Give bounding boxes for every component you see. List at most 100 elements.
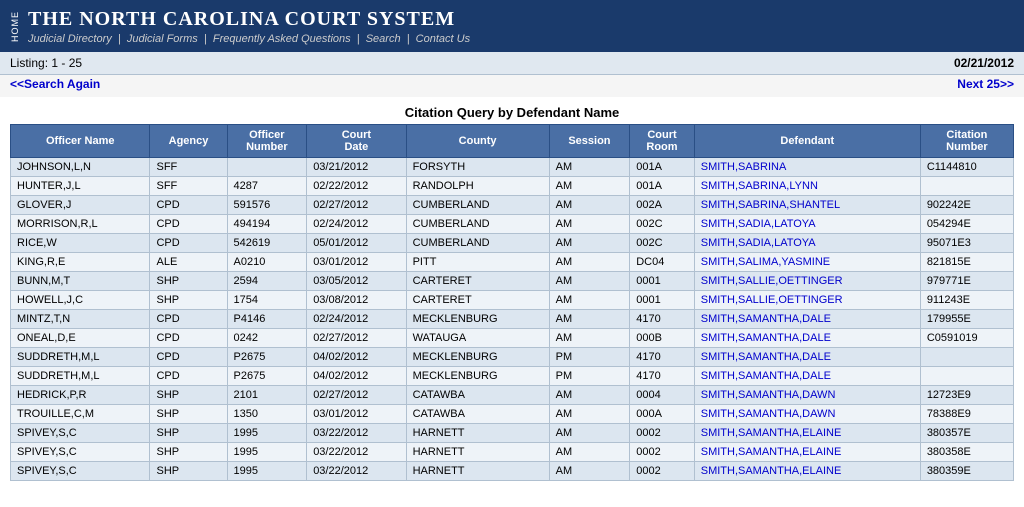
site-title: The North Carolina Court System (28, 8, 470, 31)
table-cell: HARNETT (406, 462, 549, 481)
table-cell: 591576 (227, 196, 307, 215)
next-link[interactable]: Next 25>> (957, 77, 1014, 91)
table-cell: CATAWBA (406, 386, 549, 405)
table-cell: 179955E (920, 310, 1013, 329)
table-cell: HUNTER,J,L (11, 177, 150, 196)
nav-search[interactable]: Search (366, 33, 401, 45)
table-cell: 001A (630, 177, 695, 196)
defendant-cell[interactable]: SMITH,SALLIE,OETTINGER (694, 291, 920, 310)
table-cell: 002A (630, 196, 695, 215)
defendant-link[interactable]: SMITH,SAMANTHA,DALE (701, 313, 831, 325)
table-cell: 0001 (630, 291, 695, 310)
nav-faq[interactable]: Frequently Asked Questions (213, 33, 351, 45)
table-cell: HARNETT (406, 443, 549, 462)
table-cell: CUMBERLAND (406, 196, 549, 215)
table-cell: GLOVER,J (11, 196, 150, 215)
table-cell: SPIVEY,S,C (11, 462, 150, 481)
defendant-cell[interactable]: SMITH,SALLIE,OETTINGER (694, 272, 920, 291)
defendant-cell[interactable]: SMITH,SABRINA (694, 158, 920, 177)
defendant-link[interactable]: SMITH,SAMANTHA,DAWN (701, 389, 836, 401)
defendant-link[interactable]: SMITH,SAMANTHA,ELAINE (701, 427, 842, 439)
home-tab: Home (10, 11, 20, 42)
defendant-cell[interactable]: SMITH,SAMANTHA,ELAINE (694, 443, 920, 462)
table-cell: HARNETT (406, 424, 549, 443)
defendant-link[interactable]: SMITH,SADIA,LATOYA (701, 237, 816, 249)
defendant-link[interactable]: SMITH,SAMANTHA,DALE (701, 370, 831, 382)
table-cell: AM (549, 291, 630, 310)
table-cell: 4287 (227, 177, 307, 196)
nav-judicial-directory[interactable]: Judicial Directory (28, 33, 112, 45)
table-cell: 0242 (227, 329, 307, 348)
table-cell: SHP (150, 386, 227, 405)
defendant-link[interactable]: SMITH,SAMANTHA,DALE (701, 351, 831, 363)
citations-table: Officer Name Agency OfficerNumber CourtD… (10, 124, 1014, 481)
defendant-cell[interactable]: SMITH,SAMANTHA,ELAINE (694, 424, 920, 443)
defendant-link[interactable]: SMITH,SAMANTHA,DAWN (701, 408, 836, 420)
defendant-cell[interactable]: SMITH,SADIA,LATOYA (694, 234, 920, 253)
col-agency: Agency (150, 125, 227, 158)
table-cell: AM (549, 177, 630, 196)
table-cell: RANDOLPH (406, 177, 549, 196)
table-cell: TROUILLE,C,M (11, 405, 150, 424)
col-session: Session (549, 125, 630, 158)
table-cell: SHP (150, 291, 227, 310)
defendant-cell[interactable]: SMITH,SAMANTHA,DALE (694, 348, 920, 367)
defendant-cell[interactable]: SMITH,SAMANTHA,DALE (694, 367, 920, 386)
defendant-link[interactable]: SMITH,SALLIE,OETTINGER (701, 275, 843, 287)
table-cell: AM (549, 158, 630, 177)
table-cell: MECKLENBURG (406, 348, 549, 367)
table-row: KING,R,EALEA021003/01/2012PITTAMDC04SMIT… (11, 253, 1014, 272)
table-cell: 380358E (920, 443, 1013, 462)
table-cell: 03/08/2012 (307, 291, 406, 310)
col-defendant: Defendant (694, 125, 920, 158)
table-row: SUDDRETH,M,LCPDP267504/02/2012MECKLENBUR… (11, 367, 1014, 386)
table-cell: KING,R,E (11, 253, 150, 272)
defendant-link[interactable]: SMITH,SALLIE,OETTINGER (701, 294, 843, 306)
table-cell: MORRISON,R,L (11, 215, 150, 234)
nav-judicial-forms[interactable]: Judicial Forms (127, 33, 198, 45)
defendant-link[interactable]: SMITH,SABRINA (701, 161, 787, 173)
nav-contact[interactable]: Contact Us (416, 33, 470, 45)
defendant-cell[interactable]: SMITH,SABRINA,SHANTEL (694, 196, 920, 215)
table-cell: 380359E (920, 462, 1013, 481)
table-row: SUDDRETH,M,LCPDP267504/02/2012MECKLENBUR… (11, 348, 1014, 367)
defendant-cell[interactable]: SMITH,SAMANTHA,DAWN (694, 386, 920, 405)
table-cell: 03/22/2012 (307, 424, 406, 443)
defendant-link[interactable]: SMITH,SALIMA,YASMINE (701, 256, 830, 268)
table-cell: 05/01/2012 (307, 234, 406, 253)
defendant-cell[interactable]: SMITH,SAMANTHA,DALE (694, 329, 920, 348)
table-cell: 001A (630, 158, 695, 177)
table-cell: CPD (150, 348, 227, 367)
defendant-cell[interactable]: SMITH,SAMANTHA,DAWN (694, 405, 920, 424)
defendant-link[interactable]: SMITH,SABRINA,LYNN (701, 180, 818, 192)
table-row: SPIVEY,S,CSHP199503/22/2012HARNETTAM0002… (11, 443, 1014, 462)
table-cell: AM (549, 329, 630, 348)
defendant-link[interactable]: SMITH,SADIA,LATOYA (701, 218, 816, 230)
table-cell: CPD (150, 310, 227, 329)
table-cell: 979771E (920, 272, 1013, 291)
table-cell: RICE,W (11, 234, 150, 253)
table-cell: MECKLENBURG (406, 310, 549, 329)
table-cell: SPIVEY,S,C (11, 443, 150, 462)
table-row: GLOVER,JCPD59157602/27/2012CUMBERLANDAM0… (11, 196, 1014, 215)
table-cell: 03/01/2012 (307, 253, 406, 272)
defendant-link[interactable]: SMITH,SAMANTHA,ELAINE (701, 465, 842, 477)
table-cell: SHP (150, 272, 227, 291)
table-cell: AM (549, 196, 630, 215)
table-cell (920, 367, 1013, 386)
defendant-cell[interactable]: SMITH,SABRINA,LYNN (694, 177, 920, 196)
defendant-cell[interactable]: SMITH,SALIMA,YASMINE (694, 253, 920, 272)
defendant-link[interactable]: SMITH,SABRINA,SHANTEL (701, 199, 840, 211)
defendant-cell[interactable]: SMITH,SADIA,LATOYA (694, 215, 920, 234)
table-cell: SUDDRETH,M,L (11, 367, 150, 386)
defendant-cell[interactable]: SMITH,SAMANTHA,ELAINE (694, 462, 920, 481)
defendant-link[interactable]: SMITH,SAMANTHA,ELAINE (701, 446, 842, 458)
table-header: Officer Name Agency OfficerNumber CourtD… (11, 125, 1014, 158)
table-cell: CPD (150, 367, 227, 386)
table-cell: 03/21/2012 (307, 158, 406, 177)
table-cell: BUNN,M,T (11, 272, 150, 291)
table-cell: 4170 (630, 367, 695, 386)
defendant-link[interactable]: SMITH,SAMANTHA,DALE (701, 332, 831, 344)
defendant-cell[interactable]: SMITH,SAMANTHA,DALE (694, 310, 920, 329)
search-again-link[interactable]: <<Search Again (10, 77, 100, 91)
